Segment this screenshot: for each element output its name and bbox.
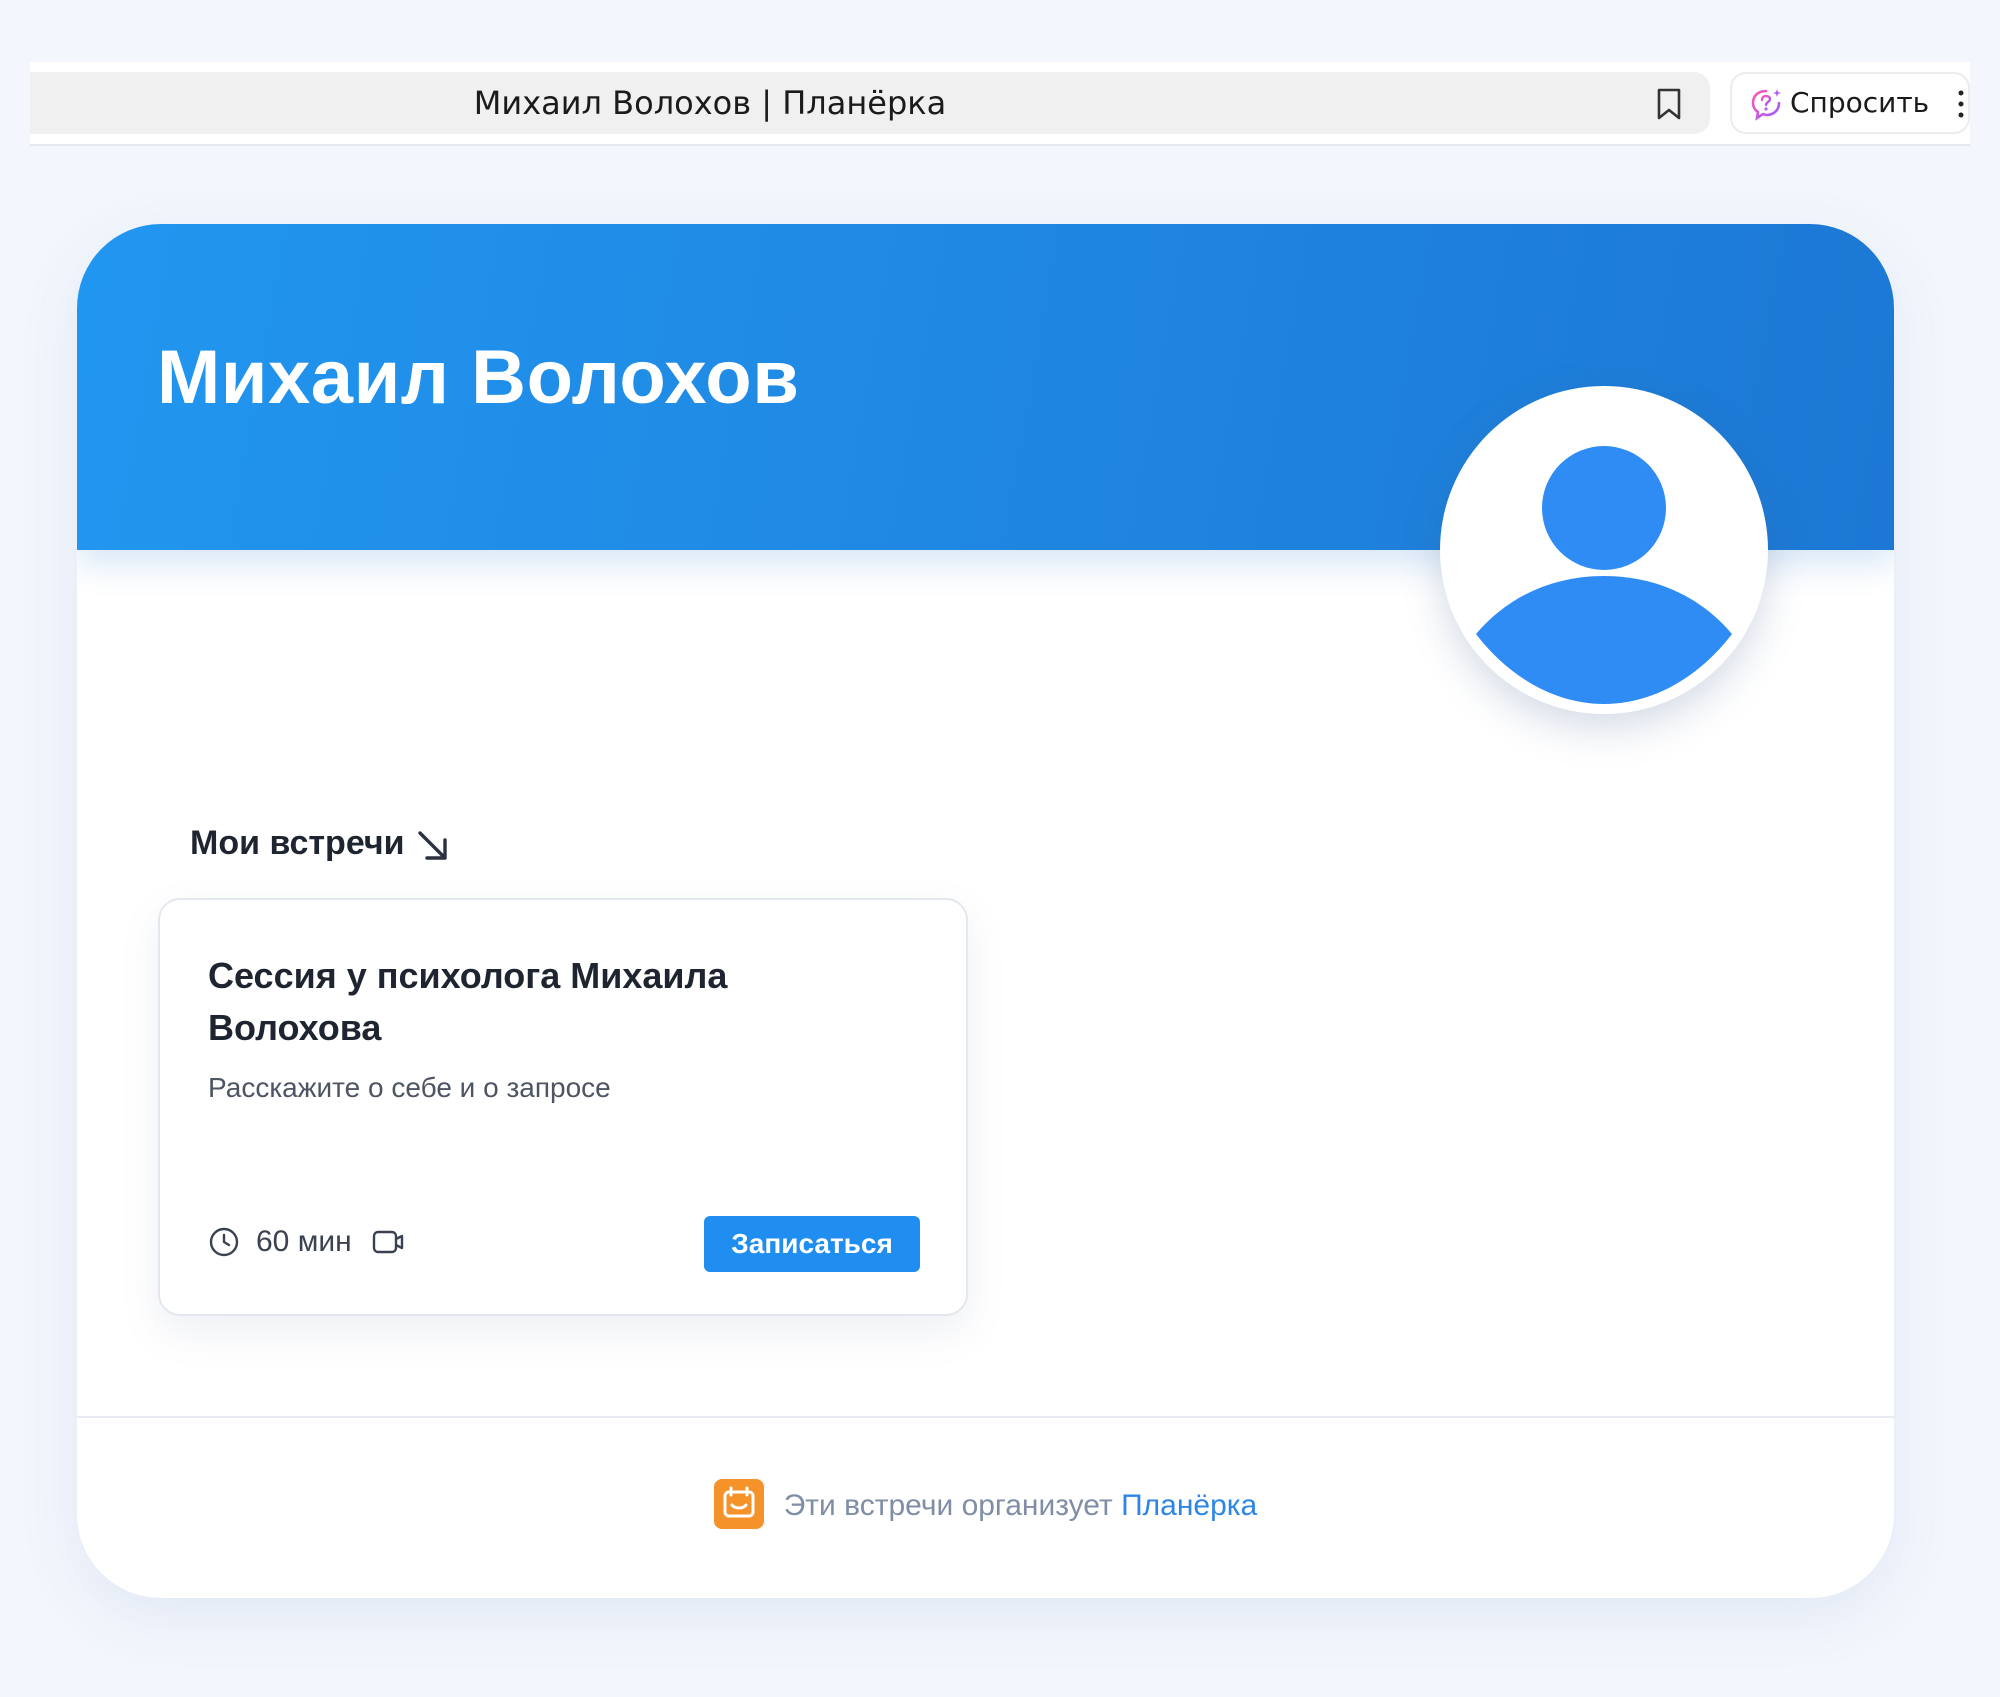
footer-divider (77, 1416, 1894, 1418)
meeting-duration: 60 мин (256, 1225, 352, 1258)
ask-label: Спросить (1790, 86, 1930, 119)
video-call-icon (372, 1230, 404, 1254)
signup-button[interactable]: Записаться (704, 1216, 920, 1272)
meeting-title: Сессия у психолога Михаила Волохова (208, 955, 728, 1048)
section-title-meetings: Мои встречи (190, 824, 405, 862)
avatar (1440, 386, 1768, 714)
browser-toolbar: Михаил Волохов | Планёрка Спросить (30, 62, 1970, 146)
bookmark-icon[interactable] (1654, 87, 1684, 121)
user-placeholder-icon (1476, 446, 1732, 704)
planerka-logo-icon (713, 1479, 764, 1530)
clock-icon (209, 1227, 239, 1257)
address-bar[interactable]: Михаил Волохов | Планёрка (30, 72, 1710, 134)
page-title-bar: Михаил Волохов | Планёрка (473, 84, 947, 122)
meeting-card[interactable]: Сессия у психолога Михаила Волохова Расс… (158, 898, 968, 1316)
arrow-down-right-icon (418, 831, 447, 860)
meeting-description: Расскажите о себе и о запросе (208, 1072, 611, 1103)
ask-button[interactable]: Спросить (1730, 72, 1970, 134)
footer: Эти встречи организует Планёрка (77, 1479, 1894, 1540)
footer-note: Эти встречи организует Планёрка (713, 1479, 1257, 1532)
profile-card: Михаил Волохов Мои встречи Сессия у псих… (77, 224, 1894, 1598)
more-menu-icon[interactable] (1955, 88, 1967, 120)
profile-name: Михаил Волохов (157, 335, 800, 420)
planerka-link[interactable]: Планёрка (1121, 1489, 1257, 1522)
footer-text: Эти встречи организует (783, 1489, 1122, 1522)
ai-chat-icon (1751, 89, 1781, 121)
